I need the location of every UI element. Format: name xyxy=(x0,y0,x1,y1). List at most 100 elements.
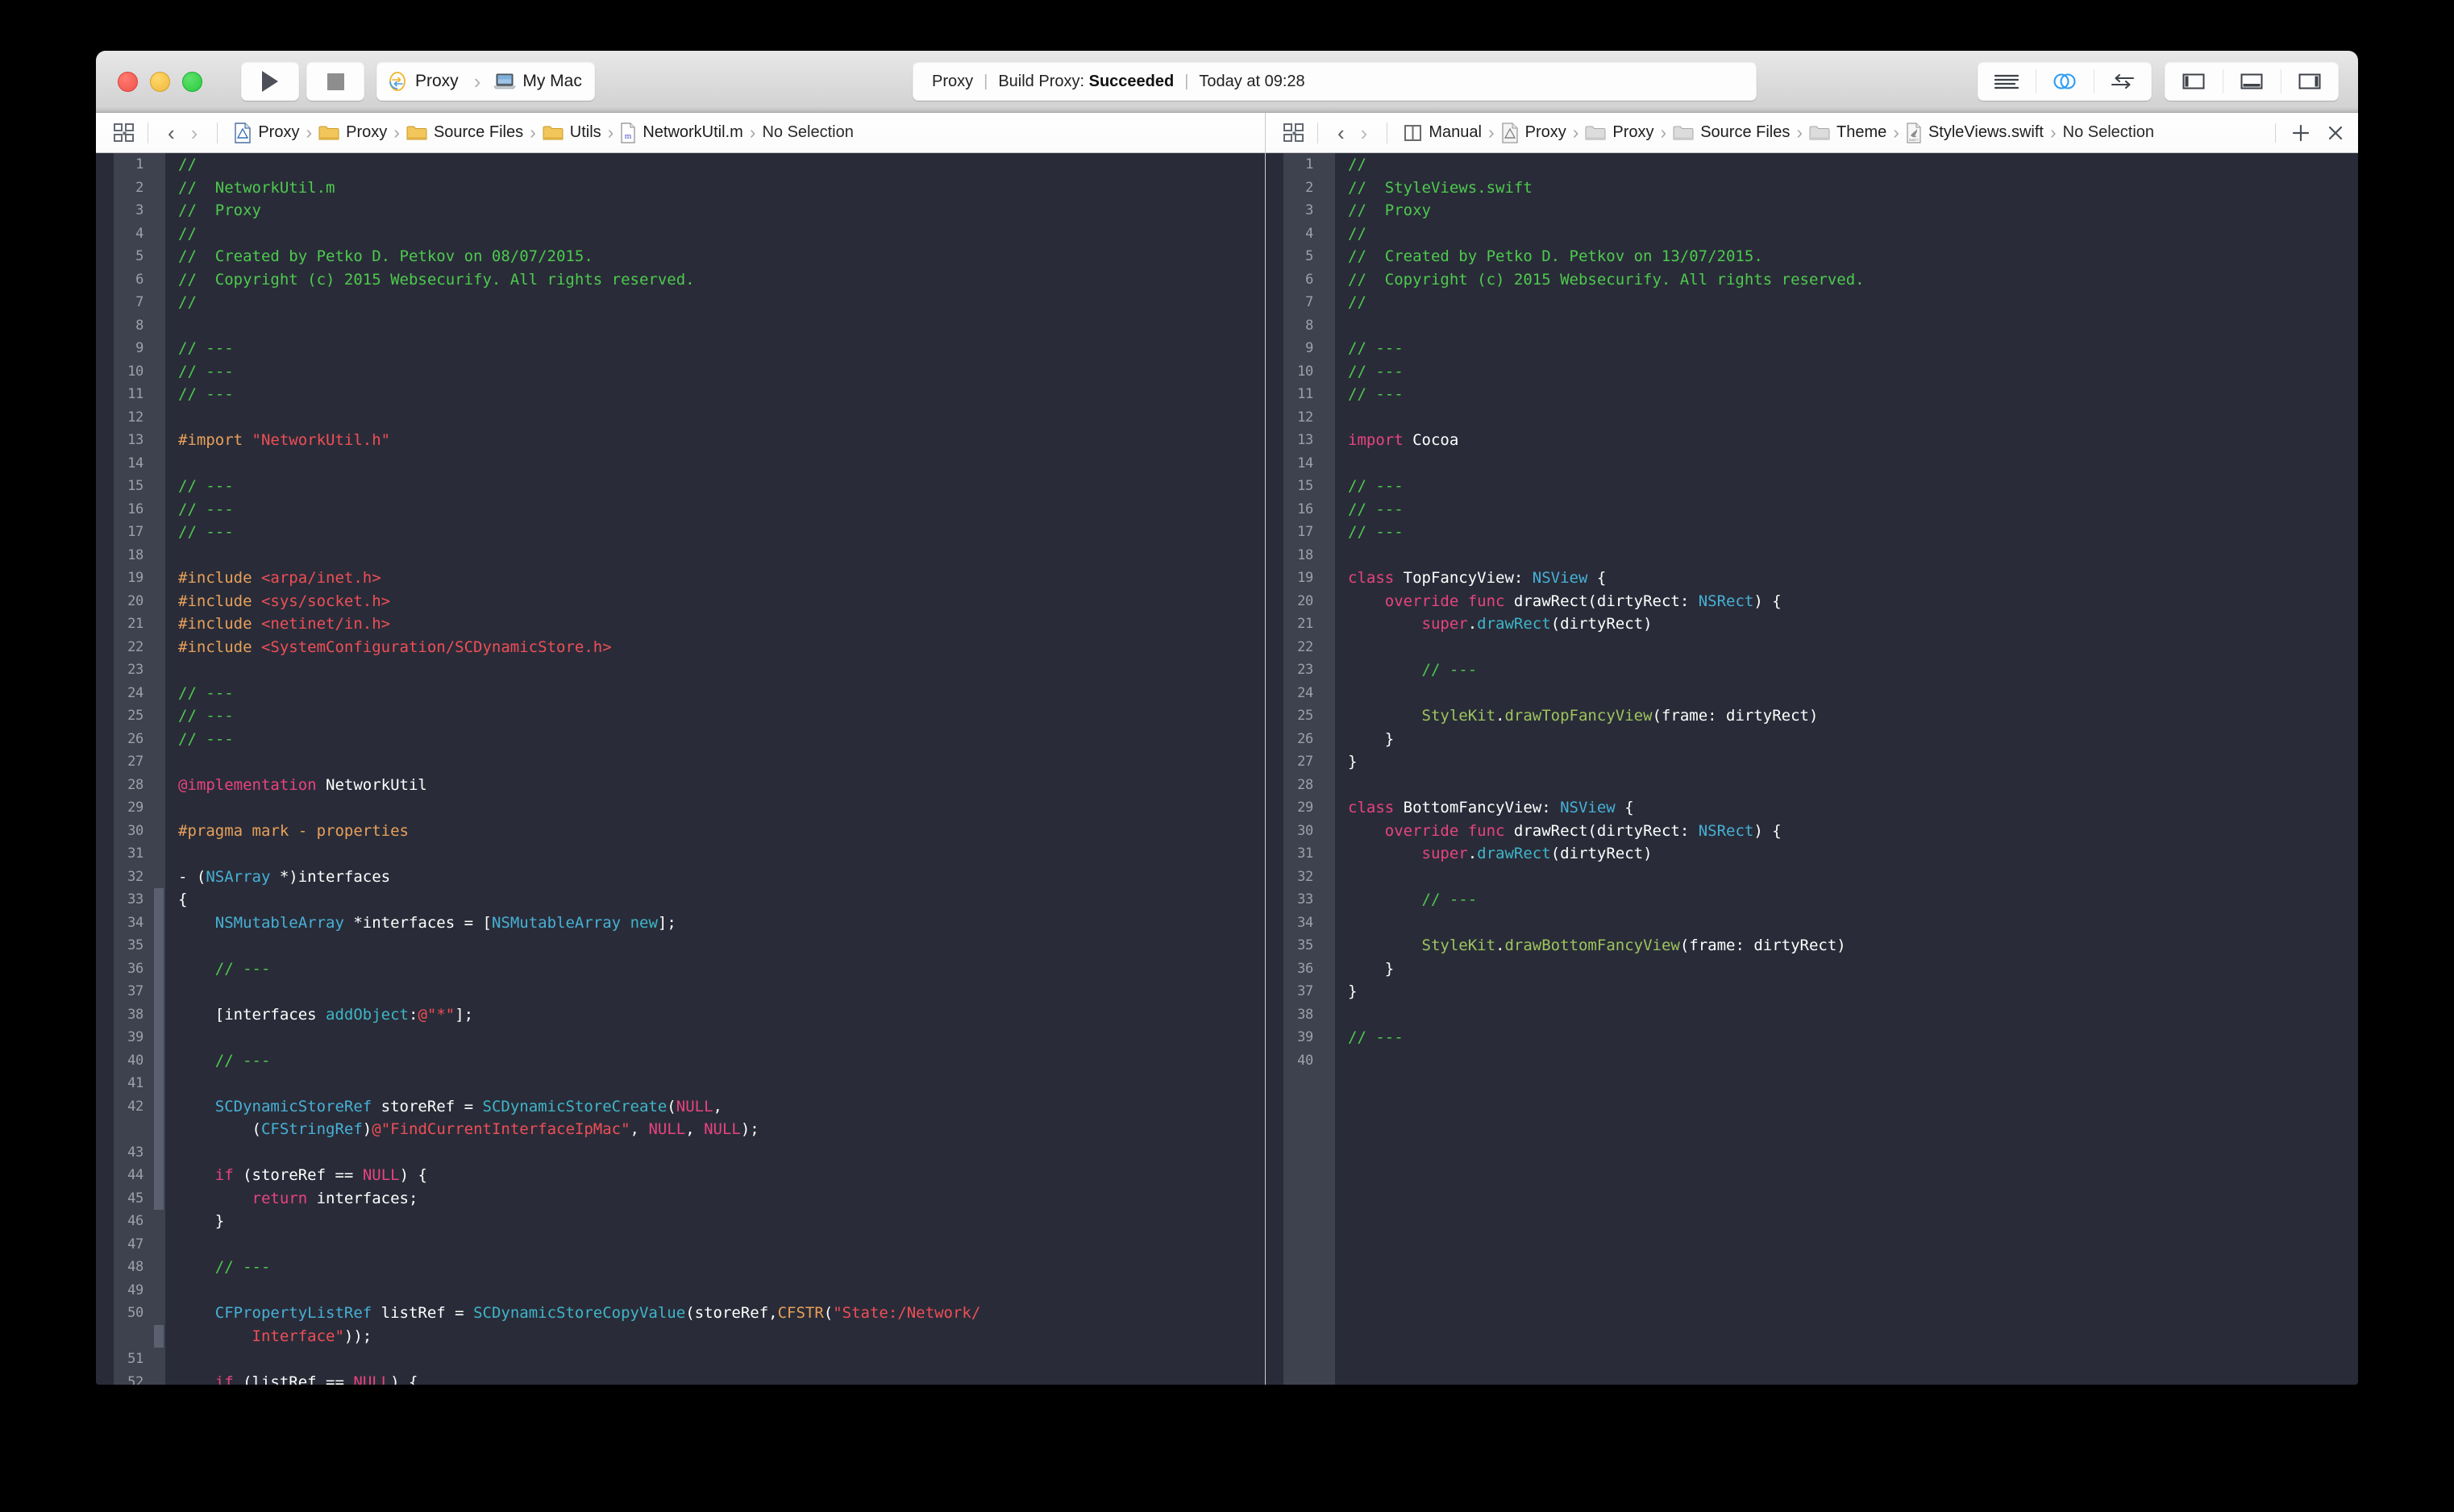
breadcrumb-item-group-proxy[interactable]: Proxy xyxy=(1585,123,1654,142)
breadcrumb-item-group-proxy[interactable]: Proxy xyxy=(318,123,387,142)
code-line: // xyxy=(178,156,197,173)
breadcrumb-label: Proxy xyxy=(1524,123,1566,141)
line-number: 33 xyxy=(1297,891,1313,908)
fold-range[interactable] xyxy=(154,1140,164,1210)
line-number: 18 xyxy=(127,546,143,563)
line-number: 32 xyxy=(1297,868,1313,885)
navigate-forward-button[interactable]: › xyxy=(1353,123,1376,143)
code-line: // --- xyxy=(1348,523,1404,541)
folder-icon xyxy=(543,124,564,142)
line-number: 2 xyxy=(135,179,143,196)
minimize-window-button[interactable] xyxy=(150,71,170,92)
code-folding-ribbon[interactable] xyxy=(152,153,165,1385)
related-items-icon[interactable] xyxy=(1283,123,1306,143)
destination-selector[interactable]: My Mac xyxy=(483,62,595,101)
code-line: // --- xyxy=(178,385,234,403)
line-number: 7 xyxy=(1305,294,1313,310)
editor-mode-group xyxy=(1978,62,2152,101)
source-editor-primary[interactable]: 1 2 3 4 5 6 7 8 9 10 11 12 13 14 15 16 17 18 19 20 21 22 23 24 2… xyxy=(96,153,1266,1385)
breadcrumb-label: Theme xyxy=(1836,123,1887,141)
line-number: 14 xyxy=(127,455,143,471)
navigator-toggle-button[interactable] xyxy=(2165,62,2223,101)
code-line: // Copyright (c) 2015 Websecurify. All r… xyxy=(1348,270,1865,289)
breadcrumb-item-selection[interactable]: No Selection xyxy=(762,123,853,142)
breadcrumb-item-project[interactable]: Proxy xyxy=(1501,122,1566,143)
status-activity-label: Build Proxy: xyxy=(998,72,1085,90)
breadcrumb-label: Utils xyxy=(569,123,601,141)
code-line: // --- xyxy=(1348,385,1404,403)
stop-button[interactable] xyxy=(306,62,364,101)
code-line: class TopFancyView: NSView { xyxy=(1348,569,1607,587)
breadcrumb-item-file[interactable]: SWIFT StyleViews.swift xyxy=(1906,122,2044,143)
line-number: 38 xyxy=(127,1006,143,1023)
breadcrumb-item-group-utils[interactable]: Utils xyxy=(543,123,601,142)
source-editor-assistant[interactable]: 1 2 3 4 5 6 7 8 9 10 11 12 13 14 15 16 17 18 19 20 21 22 23 24 2… xyxy=(1266,153,2358,1385)
utilities-toggle-button[interactable] xyxy=(2281,62,2339,101)
breadcrumb-item-assistant-mode[interactable]: Manual xyxy=(1404,123,1482,143)
line-number: 36 xyxy=(127,960,143,977)
source-code-text[interactable]: // // NetworkUtil.m // Proxy // // Created b… xyxy=(165,153,1265,1385)
breadcrumb-item-project[interactable]: Proxy xyxy=(234,122,300,143)
breadcrumb-label: StyleViews.swift xyxy=(1928,123,2044,141)
add-assistant-editor-button[interactable] xyxy=(2290,123,2311,143)
breadcrumb-item-group-source-files[interactable]: Source Files xyxy=(1673,123,1790,142)
navigate-back-button[interactable]: ‹ xyxy=(1329,123,1353,143)
line-number: 38 xyxy=(1297,1006,1313,1023)
source-code-text[interactable]: // // StyleViews.swift // Proxy // // Create… xyxy=(1335,153,2358,1385)
activity-status-view[interactable]: Proxy | Build Proxy: Succeeded | Today a… xyxy=(913,62,1757,101)
scheme-selector[interactable]: Proxy xyxy=(376,62,472,101)
code-line: override func drawRect(dirtyRect: NSRect… xyxy=(1384,821,1782,840)
code-line: } xyxy=(1348,753,1358,771)
breadcrumb-item-group-source-files[interactable]: Source Files xyxy=(406,123,523,142)
folder-icon-gray xyxy=(1809,124,1830,142)
close-window-button[interactable] xyxy=(118,71,138,92)
line-number: 28 xyxy=(1297,776,1313,793)
debug-toggle-button[interactable] xyxy=(2223,62,2281,101)
editor-area: 1 2 3 4 5 6 7 8 9 10 11 12 13 14 15 16 17 18 19 20 21 22 23 24 2… xyxy=(96,153,2358,1385)
fold-range[interactable] xyxy=(154,1324,164,1348)
code-line: #import "NetworkUtil.h" xyxy=(178,431,391,449)
code-line: [interfaces addObject:@"*"]; xyxy=(178,1005,474,1024)
line-number: 3 xyxy=(135,202,143,218)
assistant-editor-button[interactable] xyxy=(2036,62,2094,101)
breadcrumb-item-group-theme[interactable]: Theme xyxy=(1809,123,1886,142)
code-folding-ribbon[interactable] xyxy=(1322,153,1335,1385)
breadcrumb-left: Proxy › Proxy › Source Files › Utils › m… xyxy=(234,122,854,143)
destination-name-label: My Mac xyxy=(522,72,582,90)
code-line: - (NSArray *)interfaces xyxy=(178,867,391,886)
related-items-icon[interactable] xyxy=(113,123,136,143)
line-number: 39 xyxy=(127,1029,143,1045)
code-line: return interfaces; xyxy=(252,1189,418,1207)
line-number: 33 xyxy=(127,891,143,908)
navigate-forward-button[interactable]: › xyxy=(183,123,206,143)
standard-editor-button[interactable] xyxy=(1978,62,2036,101)
line-number: 22 xyxy=(1297,638,1313,655)
code-line: NSMutableArray *interfaces = [NSMutableA… xyxy=(214,913,676,932)
navigate-back-button[interactable]: ‹ xyxy=(160,123,183,143)
breadcrumb-item-file[interactable]: m NetworkUtil.m xyxy=(620,122,743,143)
line-number: 31 xyxy=(1297,845,1313,862)
code-line: Interface")); xyxy=(178,1327,372,1345)
jump-bar-divider-3 xyxy=(2275,123,2276,143)
maximize-window-button[interactable] xyxy=(182,71,202,92)
line-number: 52 xyxy=(127,1373,143,1385)
version-editor-button[interactable] xyxy=(2094,62,2152,101)
close-assistant-editor-button[interactable] xyxy=(2326,123,2345,143)
run-button[interactable] xyxy=(241,62,299,101)
code-line: // Copyright (c) 2015 Websecurify. All r… xyxy=(178,270,695,289)
breadcrumb-item-selection[interactable]: No Selection xyxy=(2063,123,2154,142)
line-number: 9 xyxy=(135,340,143,356)
breadcrumb-label: Proxy xyxy=(258,123,300,141)
line-number-gutter: 1 2 3 4 5 6 7 8 9 10 11 12 13 14 15 16 17 18 19 20 21 22 23 24 2… xyxy=(1283,153,1322,1385)
line-number: 45 xyxy=(127,1190,143,1207)
line-number: 34 xyxy=(1297,914,1313,931)
